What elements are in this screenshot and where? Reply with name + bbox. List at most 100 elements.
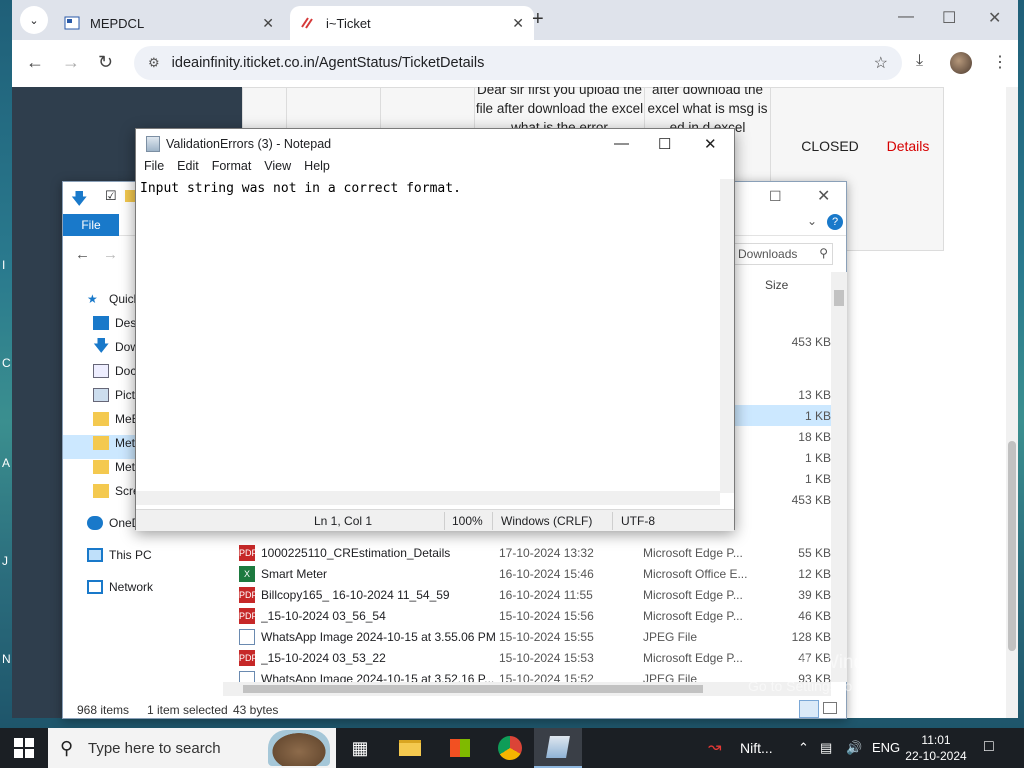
microsoft-store-icon[interactable] xyxy=(446,734,474,762)
download-icon[interactable]: ⤓ xyxy=(916,52,923,70)
file-type: Microsoft Edge P... xyxy=(643,608,743,623)
list-item[interactable]: PDF _15-10-2024 03_56_54 15-10-2024 15:56 M… xyxy=(239,605,831,626)
chevron-up-icon[interactable]: ⌃ xyxy=(798,740,809,756)
menu-kebab-icon[interactable]: ⋮ xyxy=(992,52,1008,72)
address-bar[interactable]: ⚙ ideainfinity.iticket.co.in/AgentStatus… xyxy=(134,46,902,80)
menu-format[interactable]: Format xyxy=(212,159,252,179)
help-icon[interactable]: ? xyxy=(827,214,843,230)
notepad-icon xyxy=(146,136,160,152)
list-item[interactable]: X Smart Meter 16-10-2024 15:46 Microsoft Of… xyxy=(239,563,831,584)
bookmark-star-icon[interactable]: ☆ xyxy=(874,53,888,73)
quick-access-download-icon[interactable]: 🡇 xyxy=(71,188,87,215)
sidebar-label: Met xyxy=(115,436,136,450)
maximize-button[interactable]: ☐ xyxy=(658,135,671,153)
file-name: _15-10-2024 03_56_54 xyxy=(261,608,386,623)
windows-start-icon[interactable] xyxy=(14,738,34,758)
close-window-button[interactable]: ✕ xyxy=(704,135,717,153)
properties-icon[interactable]: ☑ xyxy=(105,188,117,204)
sidebar-item-folder[interactable]: Met xyxy=(93,456,135,478)
file-type: JPEG File xyxy=(643,671,698,683)
reload-button[interactable]: ↻ xyxy=(98,52,113,73)
list-item[interactable]: PDF _15-10-2024 03_53_22 15-10-2024 15:53 M… xyxy=(239,647,831,668)
notepad-vscrollbar[interactable] xyxy=(720,179,734,493)
language-indicator[interactable]: ENG xyxy=(872,740,900,755)
notepad-hscrollbar[interactable] xyxy=(136,491,720,505)
avatar[interactable] xyxy=(950,52,972,74)
file-size: 18 KB xyxy=(798,429,831,444)
sidebar-item-pictures[interactable]: Pict xyxy=(93,384,135,406)
file-explorer-taskbar-icon[interactable] xyxy=(396,734,424,762)
nifty-widget[interactable]: Nift... xyxy=(740,740,773,756)
search-highlight-image[interactable] xyxy=(268,730,330,766)
list-item[interactable]: PDF 1000225110_CREstimation_Details 17-10-… xyxy=(239,542,831,563)
mepdcl-favicon-icon xyxy=(64,16,80,30)
file-name: WhatsApp Image 2024-10-15 at 3.55.06 PM xyxy=(261,629,496,644)
forward-arrow-icon[interactable]: → xyxy=(103,246,118,263)
file-date: 15-10-2024 15:53 xyxy=(499,650,594,665)
details-view-icon[interactable] xyxy=(799,700,819,718)
task-view-icon[interactable]: ▦ xyxy=(346,734,374,762)
chevron-down-icon[interactable]: ⌄ xyxy=(807,214,817,228)
menu-edit[interactable]: Edit xyxy=(177,159,199,179)
system-clock[interactable]: 11:01 22-10-2024 xyxy=(900,732,972,764)
back-arrow-icon[interactable]: ← xyxy=(75,246,90,263)
desktop-edge-letter: C xyxy=(2,356,11,370)
sidebar-item-folder[interactable]: MeE xyxy=(93,408,140,430)
taskbar: ⚲ Type here to search ▦ ↝ Nift... ⌃ ▤ 🔊 … xyxy=(0,728,1024,768)
file-size: 13 KB xyxy=(798,387,831,402)
large-icons-view-icon[interactable] xyxy=(823,702,837,714)
minimize-button[interactable]: — xyxy=(614,135,629,152)
menu-file[interactable]: File xyxy=(144,159,164,179)
list-item[interactable]: PDF Billcopy165_ 16-10-2024 11_54_59 16-10… xyxy=(239,584,831,605)
forward-button[interactable]: → xyxy=(62,52,80,73)
search-icon: ⚲ xyxy=(60,738,74,758)
tab-label: MEPDCL xyxy=(90,15,145,31)
notepad-status-bar: Ln 1, Col 1 100% Windows (CRLF) UTF-8 xyxy=(136,509,734,531)
notepad-text-area[interactable]: Input string was not in a correct format… xyxy=(140,181,722,491)
list-item[interactable]: WhatsApp Image 2024-10-15 at 3.55.06 PM 1… xyxy=(239,626,831,647)
tab-mepdcl[interactable]: MEPDCL ✕ xyxy=(54,6,284,40)
maximize-button[interactable]: ☐ xyxy=(769,188,782,205)
activation-watermark: Activate Windows Go to Settings to activ… xyxy=(748,652,969,694)
close-window-button[interactable]: ✕ xyxy=(817,186,830,206)
selection-size: 43 bytes xyxy=(233,703,279,717)
stock-chart-icon[interactable]: ↝ xyxy=(708,737,721,757)
file-list-hscrollbar[interactable] xyxy=(223,682,831,696)
new-tab-button[interactable]: + xyxy=(532,8,544,31)
minimize-button[interactable]: — xyxy=(898,8,914,26)
network-icon[interactable]: ▤ xyxy=(820,740,832,756)
sidebar-item-folder[interactable]: Scre xyxy=(93,480,140,502)
close-tab-icon[interactable]: ✕ xyxy=(512,15,524,32)
file-list-scrollbar[interactable] xyxy=(831,272,847,682)
notifications-icon[interactable]: □ xyxy=(984,738,994,756)
menu-help[interactable]: Help xyxy=(304,159,330,179)
site-info-icon[interactable]: ⚙ xyxy=(148,55,160,71)
sidebar-item-network[interactable]: Network xyxy=(87,576,153,598)
sidebar-item-folder[interactable]: Met xyxy=(93,432,135,454)
close-window-button[interactable]: ✕ xyxy=(988,8,1001,28)
item-count: 968 items xyxy=(77,703,130,717)
menu-view[interactable]: View xyxy=(264,159,291,179)
sidebar-item-this-pc[interactable]: This PC xyxy=(87,544,152,566)
back-button[interactable]: ← xyxy=(26,52,44,73)
list-item[interactable]: WhatsApp Image 2024-10-15 at 3.52.16 P..… xyxy=(239,668,831,682)
sidebar-item-documents[interactable]: Doc xyxy=(93,360,136,382)
sidebar-item-onedrive[interactable]: OneD xyxy=(87,512,140,534)
zoom-level: 100% xyxy=(452,514,483,528)
page-scrollbar[interactable] xyxy=(1006,87,1018,718)
file-date: 17-10-2024 13:32 xyxy=(499,545,594,560)
maximize-button[interactable]: ☐ xyxy=(942,8,956,28)
notepad-taskbar-button[interactable] xyxy=(534,728,582,768)
sidebar-item-quick-access[interactable]: ★ Quick xyxy=(87,288,140,310)
chrome-taskbar-icon[interactable] xyxy=(496,734,524,762)
tab-iticket[interactable]: i~Ticket ✕ xyxy=(290,6,534,40)
file-type: Microsoft Edge P... xyxy=(643,545,743,560)
close-tab-icon[interactable]: ✕ xyxy=(262,15,274,32)
sidebar-item-downloads[interactable]: 🡇 Dow xyxy=(93,336,139,358)
volume-icon[interactable]: 🔊 xyxy=(846,740,862,756)
tab-search-button[interactable]: ⌄ xyxy=(20,6,48,34)
ribbon-file-tab[interactable]: File xyxy=(63,214,119,236)
explorer-search-input[interactable]: Downloads ⚲ xyxy=(733,243,833,265)
desktop-icon xyxy=(93,316,109,330)
details-link[interactable]: Details xyxy=(871,138,945,154)
